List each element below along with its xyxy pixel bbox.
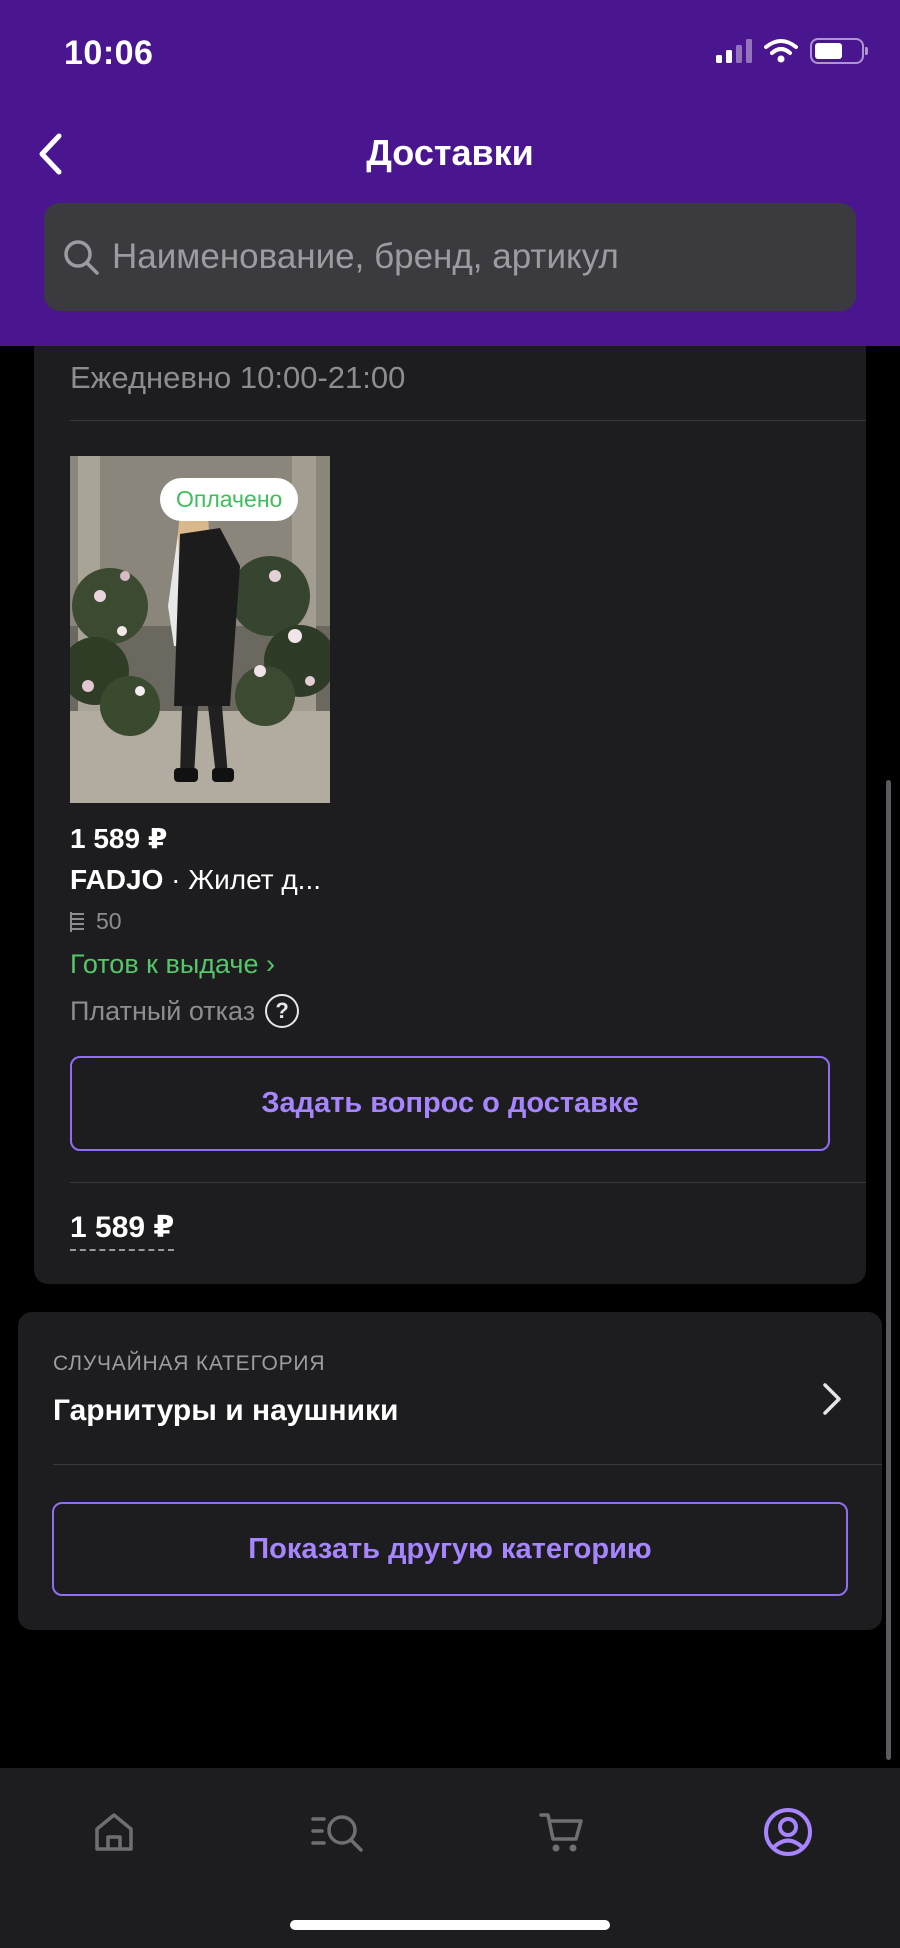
ask-delivery-question-button[interactable]: Задать вопрос о доставке [70, 1056, 830, 1151]
random-category-name[interactable]: Гарнитуры и наушники [53, 1394, 398, 1428]
scrollbar[interactable] [886, 780, 891, 1760]
list-icon [70, 911, 84, 932]
category-open-button[interactable] [812, 1374, 852, 1424]
divider [53, 1464, 882, 1465]
page-title: Доставки [366, 132, 534, 173]
profile-icon [764, 1808, 812, 1856]
help-icon[interactable]: ? [265, 994, 300, 1028]
product-quantity: 50 [70, 908, 122, 935]
ready-status-link[interactable]: Готов к выдаче › [70, 949, 275, 980]
random-category-caption: СЛУЧАЙНАЯ КАТЕГОРИЯ [53, 1352, 326, 1375]
wifi-icon [764, 39, 798, 63]
cart-icon [539, 1813, 583, 1852]
product-brand: FADJO [70, 864, 164, 895]
paid-refusal-label: Платный отказ [70, 995, 256, 1026]
home-indicator [290, 1920, 610, 1930]
chevron-right-icon [823, 1383, 841, 1415]
app-header: 10:06 Доставки Наименование, бренд, арти… [0, 0, 900, 346]
tab-cart[interactable] [530, 1800, 594, 1864]
order-total[interactable]: 1 589 ₽ [70, 1210, 175, 1251]
tab-profile[interactable] [756, 1800, 820, 1864]
divider [70, 420, 866, 421]
home-icon [95, 1813, 133, 1851]
show-another-category-button[interactable]: Показать другую категорию [52, 1502, 848, 1596]
search-icon [64, 240, 99, 275]
paid-refusal: Платный отказ ? [70, 994, 300, 1028]
cellular-signal-icon [716, 39, 752, 63]
product-title[interactable]: FADJO · Жилет д... [70, 864, 321, 896]
pickup-hours: Ежедневно 10:00-21:00 [70, 360, 406, 395]
divider [70, 1182, 866, 1183]
status-icons [716, 38, 868, 64]
tab-home[interactable] [82, 1800, 146, 1864]
quantity-value: 50 [96, 908, 122, 934]
search-input[interactable]: Наименование, бренд, артикул [44, 203, 856, 311]
product-name: · Жилет д... [171, 864, 321, 895]
battery-icon [810, 38, 868, 64]
catalog-search-icon [311, 1815, 363, 1852]
paid-badge: Оплачено [160, 478, 299, 521]
random-category-card: СЛУЧАЙНАЯ КАТЕГОРИЯ Гарнитуры и наушники… [18, 1312, 882, 1630]
search-placeholder: Наименование, бренд, артикул [112, 237, 619, 276]
status-time: 10:06 [64, 34, 154, 72]
product-price: 1 589 ₽ [70, 823, 168, 854]
tab-catalog[interactable] [306, 1800, 370, 1864]
